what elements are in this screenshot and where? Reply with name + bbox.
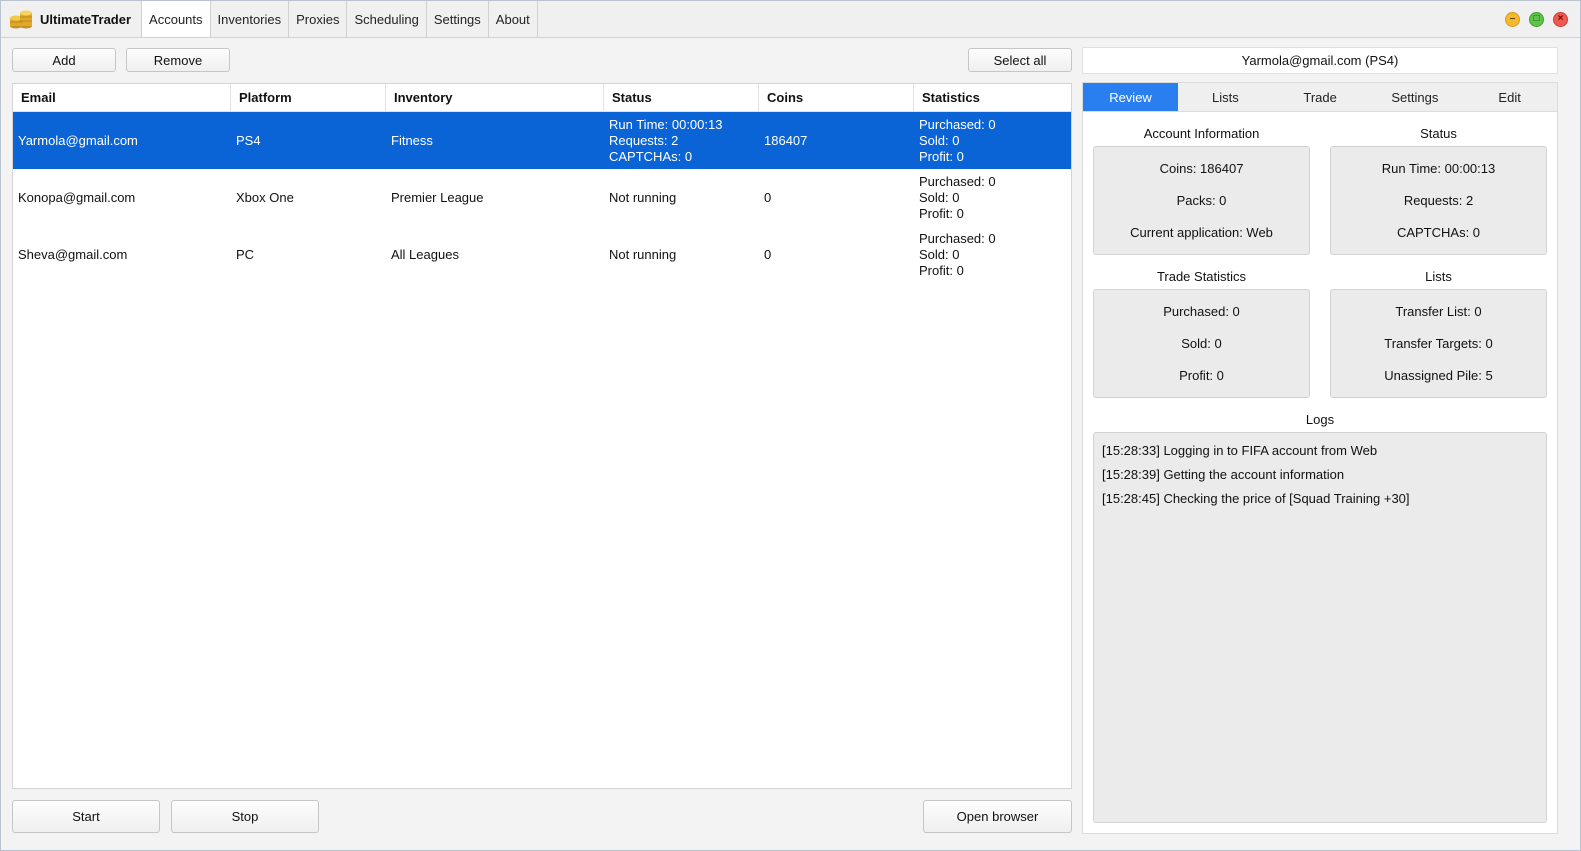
column-header-inventory[interactable]: Inventory [386, 84, 604, 111]
lists-title: Lists [1425, 269, 1452, 284]
account-information-title: Account Information [1143, 126, 1260, 141]
table-header: Email Platform Inventory Status Coins St… [13, 84, 1071, 112]
stat-line: Purchased: 0 [919, 173, 996, 189]
remove-button[interactable]: Remove [126, 48, 230, 72]
cell-statistics: Purchased: 0 Sold: 0 Profit: 0 [914, 112, 1071, 169]
trade-statistics-card: Purchased: 0 Sold: 0 Profit: 0 [1093, 289, 1310, 398]
stat-line: Profit: 0 [919, 262, 964, 278]
cell-coins: 186407 [764, 132, 808, 148]
info-line: Requests: 2 [1403, 192, 1474, 208]
cell-status: Not running [604, 169, 759, 226]
info-line: Profit: 0 [1179, 367, 1224, 383]
stat-line: Profit: 0 [919, 205, 964, 221]
logs-title: Logs [1305, 412, 1335, 427]
app-brand: UltimateTrader [1, 1, 141, 37]
status-line: Not running [609, 246, 677, 262]
info-line: Transfer Targets: 0 [1384, 335, 1493, 351]
tab-lists[interactable]: Lists [1178, 83, 1273, 111]
info-line: Unassigned Pile: 5 [1384, 367, 1493, 383]
start-button[interactable]: Start [12, 800, 160, 833]
status-line: Run Time: 00:00:13 [609, 116, 723, 132]
log-entry: [15:28:45] Checking the price of [Squad … [1102, 491, 1410, 506]
window-controls: – □ × [1505, 1, 1580, 37]
review-panel: Account Information Coins: 186407 Packs:… [1082, 111, 1558, 834]
minimize-button[interactable]: – [1505, 11, 1520, 27]
menu-tab-inventories[interactable]: Inventories [209, 1, 289, 37]
tab-edit[interactable]: Edit [1462, 83, 1557, 111]
column-header-status[interactable]: Status [604, 84, 759, 111]
cell-inventory: Premier League [391, 189, 484, 205]
column-header-statistics[interactable]: Statistics [914, 84, 1071, 111]
select-all-button[interactable]: Select all [968, 48, 1072, 72]
info-line: Current application: Web [1130, 224, 1273, 240]
table-row[interactable]: Konopa@gmail.com Xbox One Premier League… [13, 169, 1071, 226]
cell-email: Sheva@gmail.com [18, 246, 128, 262]
menu-tab-accounts[interactable]: Accounts [141, 1, 210, 37]
cell-status: Run Time: 00:00:13 Requests: 2 CAPTCHAs:… [604, 112, 759, 169]
trade-statistics-title: Trade Statistics [1156, 269, 1247, 284]
stat-line: Sold: 0 [919, 132, 960, 148]
app-title: UltimateTrader [40, 11, 132, 27]
table-row[interactable]: Sheva@gmail.com PC All Leagues Not runni… [13, 226, 1071, 283]
account-information-card: Coins: 186407 Packs: 0 Current applicati… [1093, 146, 1310, 255]
log-entry: [15:28:39] Getting the account informati… [1102, 467, 1345, 482]
stat-line: Purchased: 0 [919, 116, 996, 132]
menu-tab-scheduling[interactable]: Scheduling [346, 1, 425, 37]
logs-box[interactable]: [15:28:33] Logging in to FIFA account fr… [1093, 432, 1547, 823]
info-line: Purchased: 0 [1163, 304, 1240, 320]
cell-platform: PS4 [236, 132, 261, 148]
open-browser-button[interactable]: Open browser [923, 800, 1072, 833]
stat-line: Purchased: 0 [919, 230, 996, 246]
close-button[interactable]: × [1553, 11, 1568, 27]
menu-bar: UltimateTrader Accounts Inventories Prox… [1, 1, 1580, 38]
stat-line: Sold: 0 [919, 189, 960, 205]
lists-card: Transfer List: 0 Transfer Targets: 0 Una… [1330, 289, 1547, 398]
selected-account-title: Yarmola@gmail.com (PS4) [1082, 47, 1558, 74]
info-line: Coins: 186407 [1159, 161, 1244, 177]
menu-tab-settings[interactable]: Settings [425, 1, 488, 37]
info-line: Transfer List: 0 [1395, 304, 1482, 320]
cell-coins: 0 [764, 189, 772, 205]
cell-platform: Xbox One [236, 189, 294, 205]
menu-tab-proxies[interactable]: Proxies [288, 1, 346, 37]
status-title: Status [1420, 126, 1457, 141]
info-line: CAPTCHAs: 0 [1396, 224, 1481, 240]
column-header-platform[interactable]: Platform [231, 84, 386, 111]
cell-coins: 0 [764, 246, 772, 262]
app-window: UltimateTrader Accounts Inventories Prox… [0, 0, 1581, 851]
status-line: CAPTCHAs: 0 [609, 148, 693, 164]
info-line: Run Time: 00:00:13 [1381, 161, 1496, 177]
status-line: Requests: 2 [609, 132, 679, 148]
cell-inventory: Fitness [391, 132, 433, 148]
log-entry: [15:28:33] Logging in to FIFA account fr… [1102, 443, 1378, 458]
status-line: Not running [609, 189, 677, 205]
menu-tab-about[interactable]: About [487, 1, 538, 37]
stat-line: Profit: 0 [919, 148, 964, 164]
info-line: Packs: 0 [1176, 192, 1227, 208]
status-card: Run Time: 00:00:13 Requests: 2 CAPTCHAs:… [1330, 146, 1547, 255]
cell-statistics: Purchased: 0 Sold: 0 Profit: 0 [914, 169, 1071, 226]
cell-email: Konopa@gmail.com [18, 189, 136, 205]
cell-email: Yarmola@gmail.com [18, 132, 138, 148]
coins-icon [10, 10, 32, 29]
column-header-coins[interactable]: Coins [759, 84, 914, 111]
cell-inventory: All Leagues [391, 246, 459, 262]
tab-review[interactable]: Review [1083, 83, 1178, 111]
maximize-button[interactable]: □ [1529, 11, 1544, 27]
tab-trade[interactable]: Trade [1273, 83, 1368, 111]
stop-button[interactable]: Stop [171, 800, 319, 833]
stat-line: Sold: 0 [919, 246, 960, 262]
cell-status: Not running [604, 226, 759, 283]
accounts-table: Email Platform Inventory Status Coins St… [12, 83, 1072, 789]
table-row[interactable]: Yarmola@gmail.com PS4 Fitness Run Time: … [13, 112, 1071, 169]
account-details-panel: Yarmola@gmail.com (PS4) Review Lists Tra… [1082, 47, 1558, 834]
info-line: Sold: 0 [1181, 335, 1222, 351]
column-header-email[interactable]: Email [13, 84, 231, 111]
cell-platform: PC [236, 246, 255, 262]
cell-statistics: Purchased: 0 Sold: 0 Profit: 0 [914, 226, 1071, 283]
tab-settings[interactable]: Settings [1368, 83, 1463, 111]
details-tabs: Review Lists Trade Settings Edit [1082, 82, 1558, 111]
add-button[interactable]: Add [12, 48, 116, 72]
